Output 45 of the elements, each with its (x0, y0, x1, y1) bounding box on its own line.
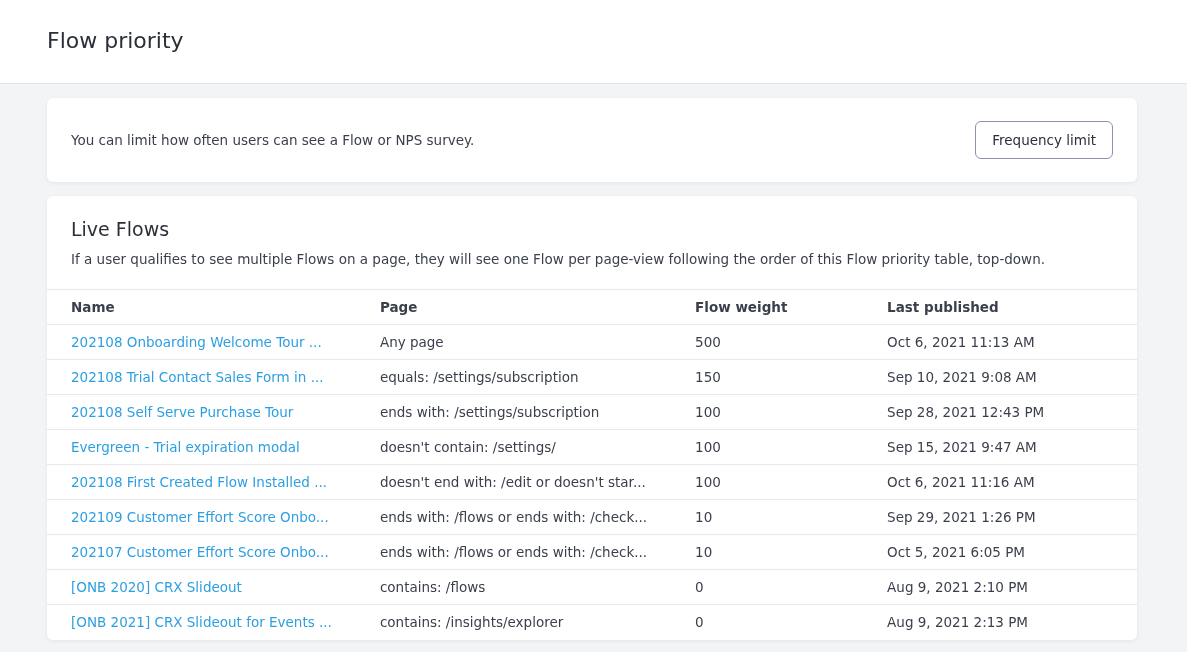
flow-name-link[interactable]: 202108 First Created Flow Installed ... (71, 473, 328, 490)
flow-name-link[interactable]: [ONB 2020] CRX Slideout (71, 578, 242, 595)
table-cell: Sep 28, 2021 12:43 PM (887, 403, 1045, 420)
column-header: Name (71, 298, 115, 315)
table-cell: contains: /insights/explorer (379, 614, 564, 631)
table-cell: 100 (695, 438, 721, 455)
table-cell: Aug 9, 2021 2:13 PM (887, 614, 1028, 631)
table-cell: ends with: /flows or ends with: /check... (379, 508, 648, 525)
table-cell: 10 (695, 508, 713, 525)
table-cell: 500 (695, 333, 721, 350)
table-cell: Sep 15, 2021 9:47 AM (887, 438, 1037, 455)
section-description: If a user qualifies to see multiple Flows on a page, they will see one Flow per page-view following the order of this Flow priority table, top-down. (71, 249, 1046, 269)
flow-name-link[interactable]: 202108 Self Serve Purchase Tour (71, 403, 294, 420)
table-cell: ends with: /flows or ends with: /check... (379, 543, 648, 560)
section-title: Live Flows (71, 218, 171, 241)
table-cell: Sep 29, 2021 1:26 PM (887, 508, 1036, 525)
table-cell: Oct 5, 2021 6:05 PM (887, 543, 1025, 560)
flow-name-link[interactable]: [ONB 2021] CRX Slideout for Events ... (71, 614, 332, 631)
flow-name-link[interactable]: Evergreen - Trial expiration modal (71, 438, 300, 455)
flow-name-link[interactable]: 202107 Customer Effort Score Onbo... (71, 543, 329, 560)
table-cell: equals: /settings/subscription (379, 368, 579, 385)
table-cell: doesn't contain: /settings/ (379, 438, 556, 455)
table-cell: 10 (695, 543, 713, 560)
table-cell: 100 (695, 473, 721, 490)
table-cell: contains: /flows (379, 578, 486, 595)
table-cell: 100 (695, 403, 721, 420)
frequency-limit-button[interactable]: Frequency limit (975, 120, 1113, 160)
flow-name-link[interactable]: 202108 Onboarding Welcome Tour ... (71, 333, 322, 350)
table-cell: Any page (379, 333, 444, 350)
column-header: Last published (887, 298, 999, 315)
column-header: Flow weight (695, 298, 788, 315)
flow-name-link[interactable]: 202108 Trial Contact Sales Form in ... (71, 368, 324, 385)
table-cell: 150 (695, 368, 721, 385)
table-cell: Oct 6, 2021 11:13 AM (887, 333, 1035, 350)
page-title: Flow priority (47, 28, 184, 55)
flow-name-link[interactable]: 202109 Customer Effort Score Onbo... (71, 508, 329, 525)
notice-text: You can limit how often users can see a Flow or NPS survey. (71, 130, 475, 150)
table-cell: Sep 10, 2021 9:08 AM (887, 368, 1037, 385)
table-cell: doesn't end with: /edit or doesn't star... (379, 473, 646, 490)
table-cell: 0 (695, 614, 704, 631)
table-cell: Aug 9, 2021 2:10 PM (887, 578, 1028, 595)
table-cell: Oct 6, 2021 11:16 AM (887, 473, 1035, 490)
column-header: Page (379, 298, 418, 315)
table-cell: ends with: /settings/subscription (379, 403, 600, 420)
table-cell: 0 (695, 578, 704, 595)
